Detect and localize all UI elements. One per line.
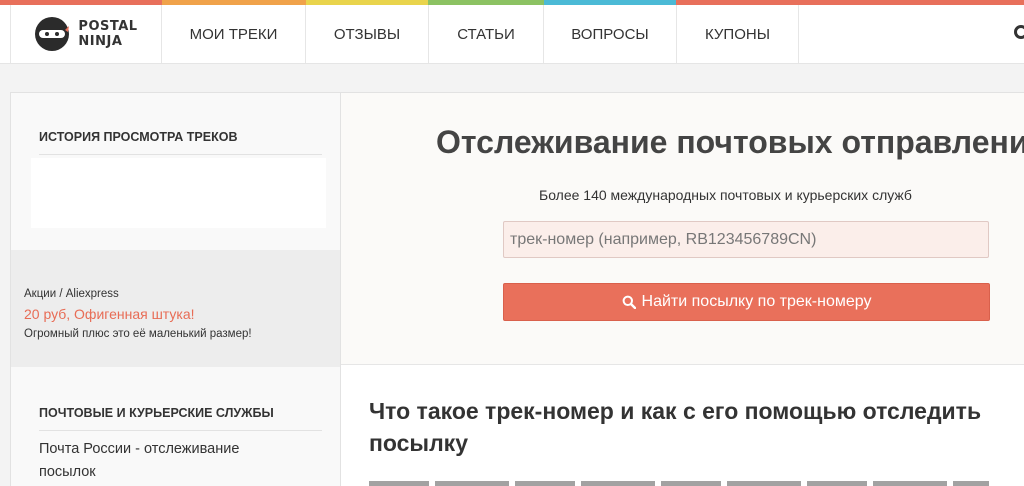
search-icon	[622, 295, 636, 309]
main-nav: МОИ ТРЕКИ ОТЗЫВЫ СТАТЬИ ВОПРОСЫ КУПОНЫ	[162, 5, 799, 63]
logo-line-1: POSTAL	[78, 19, 138, 34]
divider	[39, 430, 322, 431]
find-parcel-button-label: Найти посылку по трек-номеру	[641, 293, 872, 310]
logo-text: POSTAL NINJA	[78, 19, 137, 49]
logo-line-2: NINJA	[78, 34, 123, 49]
page-subtitle: Более 140 международных почтовых и курье…	[539, 187, 912, 203]
promo-deal-link[interactable]: 20 руб, Офигенная штука!	[24, 306, 195, 322]
tracking-number-input[interactable]	[503, 221, 989, 258]
site-logo[interactable]: POSTAL NINJA	[10, 5, 162, 63]
postal-services: ПОЧТОВЫЕ И КУРЬЕРСКИЕ СЛУЖБЫ Почта Росси…	[11, 367, 340, 486]
service-link-russian-post[interactable]: Почта России - отслеживание посылок	[39, 438, 299, 484]
history-list	[31, 158, 326, 228]
find-parcel-button[interactable]: Найти посылку по трек-номеру	[503, 283, 990, 321]
services-title: ПОЧТОВЫЕ И КУРЬЕРСКИЕ СЛУЖБЫ	[39, 406, 274, 420]
promo-category[interactable]: Акции / Aliexpress	[24, 288, 119, 300]
nav-item-coupons[interactable]: КУПОНЫ	[677, 5, 799, 63]
site-header: POSTAL NINJA МОИ ТРЕКИ ОТЗЫВЫ СТАТЬИ ВОП…	[0, 5, 1024, 64]
tracking-history: ИСТОРИЯ ПРОСМОТРА ТРЕКОВ	[11, 93, 340, 250]
ninja-icon	[35, 17, 70, 51]
nav-item-articles[interactable]: СТАТЬИ	[429, 5, 544, 63]
sidebar: ИСТОРИЯ ПРОСМОТРА ТРЕКОВ Акции / Aliexpr…	[10, 92, 341, 486]
nav-item-reviews[interactable]: ОТЗЫВЫ	[306, 5, 429, 63]
header-search-icon[interactable]	[1014, 25, 1024, 39]
nav-item-my-tracks[interactable]: МОИ ТРЕКИ	[162, 5, 306, 63]
page-title: Отслеживание почтовых отправлений	[436, 124, 1024, 160]
promo-block: Акции / Aliexpress 20 руб, Офигенная шту…	[11, 250, 340, 367]
article-text-cutoff	[369, 481, 989, 486]
main-content: Отслеживание почтовых отправлений Более …	[341, 92, 1024, 486]
promo-description: Огромный плюс это её маленький размер!	[24, 328, 252, 340]
nav-item-questions[interactable]: ВОПРОСЫ	[544, 5, 677, 63]
tracking-hero: Отслеживание почтовых отправлений Более …	[341, 93, 1024, 365]
history-title: ИСТОРИЯ ПРОСМОТРА ТРЕКОВ	[39, 130, 238, 144]
divider	[39, 154, 322, 155]
article-title: Что такое трек-номер и как с его помощью…	[369, 398, 982, 456]
